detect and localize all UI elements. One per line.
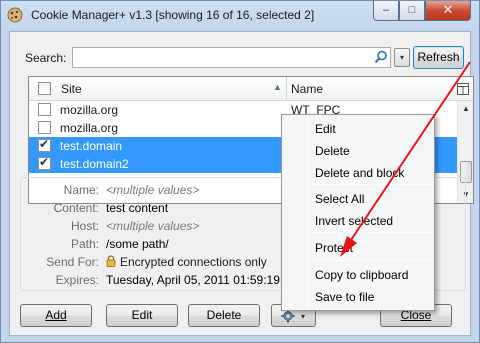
cookie-app-icon [7, 7, 23, 23]
maximize-icon: □ [408, 4, 416, 16]
column-header-name[interactable]: Name [291, 82, 323, 96]
row-checkbox[interactable] [38, 137, 51, 152]
minimize-icon: – [382, 4, 390, 16]
menu-item-protect[interactable]: Protect [315, 241, 353, 255]
sort-ascending-icon: ▲ [273, 82, 282, 92]
menu-item-delete-and-block[interactable]: Delete and block [315, 166, 404, 180]
path-label: Path: [70, 237, 99, 251]
cookie-site: mozilla.org [60, 103, 119, 117]
delete-button-label: Delete [206, 308, 242, 322]
minimize-button[interactable]: – [373, 1, 399, 21]
search-input[interactable] [72, 47, 391, 68]
menu-item-invert-selected[interactable]: Invert selected [315, 214, 393, 228]
edit-button[interactable]: Edit [106, 304, 178, 327]
tree-header: Site ▲ Name [29, 77, 473, 101]
search-options-dropdown[interactable]: ▾ [394, 48, 410, 67]
chevron-down-icon: ▾ [399, 53, 404, 62]
send-for-value[interactable]: Encrypted connections only [120, 255, 267, 269]
context-menu: Edit Delete Delete and block Select All … [281, 114, 435, 311]
lock-icon [106, 255, 116, 267]
content-label: Content: [53, 201, 99, 215]
add-button-label: Add [45, 308, 67, 322]
cookie-site: mozilla.org [60, 121, 119, 135]
search-icon[interactable] [374, 50, 388, 64]
path-value[interactable]: /some path/ [106, 237, 169, 251]
row-checkbox[interactable] [38, 103, 51, 116]
expires-label: Expires: [55, 273, 99, 287]
delete-button[interactable]: Delete [188, 304, 260, 327]
name-value[interactable]: <multiple values> [106, 183, 199, 197]
search-row: Search: ▾ Refresh [10, 44, 472, 70]
menu-separator [311, 184, 431, 185]
menu-item-delete[interactable]: Delete [315, 144, 350, 158]
menu-item-copy-to-clipboard[interactable]: Copy to clipboard [315, 268, 408, 282]
select-all-checkbox[interactable] [38, 82, 51, 95]
menu-gutter [308, 117, 309, 308]
content-value[interactable]: test content [106, 201, 168, 215]
scroll-up-icon[interactable]: ▲ [458, 101, 473, 117]
cookie-site: test.domain2 [60, 157, 129, 171]
name-label: Name: [63, 183, 99, 197]
menu-item-edit[interactable]: Edit [315, 122, 336, 136]
row-checkbox[interactable] [38, 155, 51, 170]
cookie-site: test.domain [60, 139, 123, 153]
menu-separator [311, 260, 431, 261]
column-header-site[interactable]: Site [61, 82, 82, 96]
menu-separator [311, 232, 431, 233]
title-bar[interactable]: Cookie Manager+ v1.3 [showing 16 of 16, … [1, 1, 479, 31]
gear-icon [281, 309, 295, 323]
add-button[interactable]: Add [20, 304, 92, 327]
menu-item-save-to-file[interactable]: Save to file [315, 290, 374, 304]
window-title: Cookie Manager+ v1.3 [showing 16 of 16, … [31, 8, 315, 22]
host-label: Host: [70, 219, 99, 233]
column-divider[interactable] [286, 77, 287, 101]
menu-item-select-all[interactable]: Select All [315, 192, 364, 206]
row-checkbox[interactable] [38, 121, 51, 134]
edit-button-label: Edit [131, 308, 153, 322]
expires-value[interactable]: Tuesday, April 05, 2011 01:59:19 [106, 273, 280, 287]
maximize-button[interactable]: □ [399, 1, 425, 21]
close-icon: ✕ [442, 2, 454, 17]
search-label: Search: [25, 51, 67, 65]
close-window-button[interactable]: ✕ [425, 1, 471, 21]
refresh-button[interactable]: Refresh [413, 46, 464, 69]
host-value[interactable]: <multiple values> [106, 219, 199, 233]
column-picker-icon[interactable] [457, 83, 469, 95]
